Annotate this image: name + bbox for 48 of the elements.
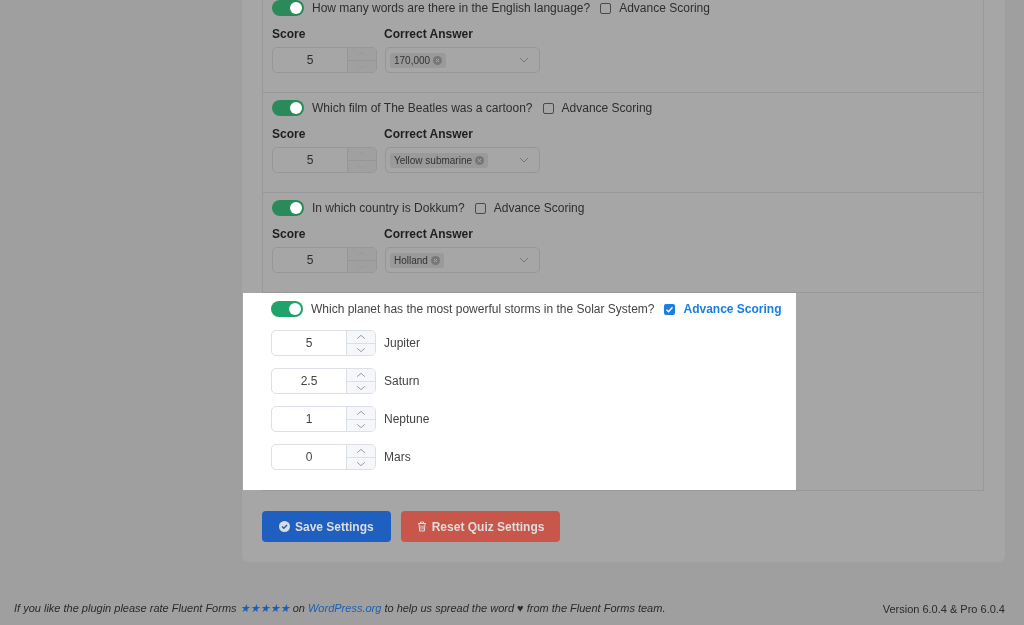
score-input[interactable]: 5 [272,147,377,173]
chevron-down-icon [519,57,529,63]
close-icon[interactable] [430,255,440,265]
check-circle-icon [279,521,290,532]
option-label: Neptune [384,412,430,426]
checkbox[interactable] [600,2,612,14]
checkbox[interactable] [664,303,676,315]
trash-icon [416,521,427,532]
advance-scoring-label[interactable]: Advance Scoring [493,201,585,215]
score-label: Score [272,27,307,41]
answer-select[interactable]: Yellow submarine [385,147,540,173]
score-label: Score [272,127,307,141]
option-label: Mars [384,450,411,464]
score-input[interactable]: 2.5 [271,368,376,394]
chevron-down-icon [519,257,529,263]
option-label: Saturn [384,374,420,388]
toggle-switch[interactable] [272,0,304,16]
answer-select[interactable]: 170,000 [385,47,540,73]
toggle-switch[interactable] [272,200,304,216]
toggle-switch[interactable] [272,100,304,116]
checkbox[interactable] [542,102,554,114]
score-input[interactable]: 5 [272,247,377,273]
advance-scoring-label[interactable]: Advance Scoring [619,1,710,15]
reset-quiz-settings-button[interactable]: Reset Quiz Settings [400,511,561,542]
score-input[interactable]: 5 [272,47,377,73]
save-settings-button[interactable]: Save Settings [262,511,391,542]
checkbox[interactable] [474,202,486,214]
correct-answer-label: Correct Answer [384,127,473,141]
advance-scoring-label[interactable]: Advance Scoring [683,302,782,316]
close-icon[interactable] [433,55,443,65]
question-text: Which film of The Beatles was a cartoon? [312,101,533,115]
close-icon[interactable] [475,155,484,165]
chevron-down-icon [519,157,529,163]
question-text: How many words are there in the English language? [312,1,591,15]
question-text: Which planet has the most powerful storms in the Solar System? [311,302,655,316]
score-input[interactable]: 5 [271,330,376,356]
advance-scoring-label[interactable]: Advance Scoring [561,101,653,115]
version-text: Version 6.0.4 & Pro 6.0.4 [882,602,1005,615]
correct-answer-label: Correct Answer [384,227,473,241]
score-label: Score [272,227,307,241]
answer-select[interactable]: Holland [385,247,540,273]
toggle-switch[interactable] [271,301,303,317]
question-text: In which country is Dokkum? [312,201,465,215]
score-input[interactable]: 1 [271,406,376,432]
option-label: Jupiter [384,336,421,350]
correct-answer-label: Correct Answer [384,27,473,41]
footer-text: If you like the plugin please rate Fluent Forms ★★★★★ on WordPress.org to help us spread the word ♥ from the Fluent Forms team. [14,602,666,615]
score-input[interactable]: 0 [271,444,376,470]
